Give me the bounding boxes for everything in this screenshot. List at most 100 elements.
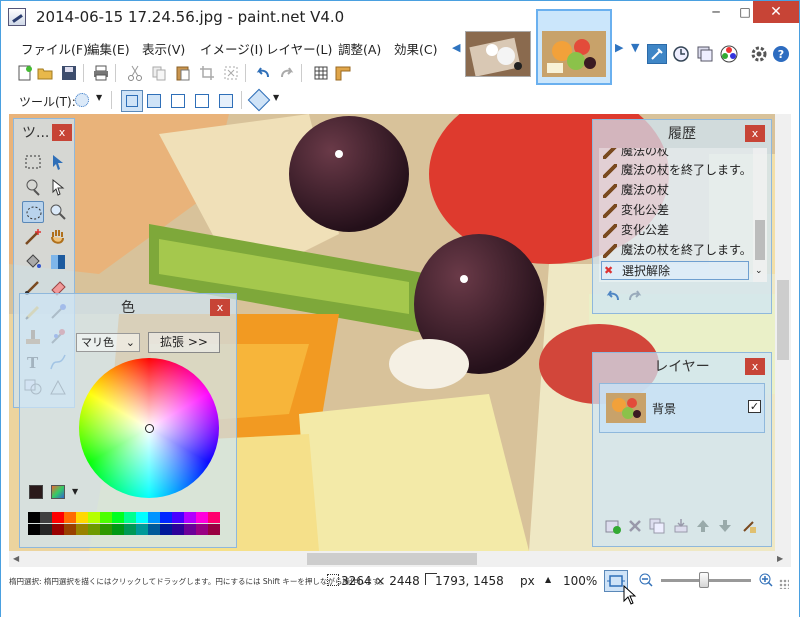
tools-window-icon[interactable] — [647, 44, 667, 64]
menu-adjustments[interactable]: 調整(A) — [338, 39, 381, 58]
vertical-scroll-thumb[interactable] — [777, 280, 789, 360]
paint-bucket-tool[interactable] — [22, 251, 44, 273]
selection-mode-intersect-icon[interactable] — [195, 94, 209, 108]
rectangle-select-tool[interactable] — [22, 151, 44, 173]
image-thumbnail-1[interactable] — [465, 31, 531, 77]
history-item[interactable]: 魔法の杖を終了します。 — [601, 241, 752, 260]
palette-swatch[interactable] — [136, 512, 148, 523]
palette-swatch-dark[interactable] — [160, 524, 172, 535]
menu-image[interactable]: イメージ(I) — [200, 39, 263, 58]
menu-effects[interactable]: 効果(C) — [394, 39, 437, 58]
palette-menu-icon[interactable] — [51, 485, 65, 499]
app-icon[interactable] — [8, 8, 26, 26]
history-redo-icon[interactable] — [627, 288, 643, 307]
move-layer-down-icon[interactable] — [717, 518, 733, 534]
expand-button[interactable]: 拡張 >> — [148, 332, 220, 353]
add-layer-icon[interactable] — [605, 518, 621, 534]
history-item-selected[interactable]: ✖ 選択解除 — [601, 261, 749, 280]
duplicate-layer-icon[interactable] — [649, 518, 665, 534]
palette-swatch-dark[interactable] — [40, 524, 52, 535]
color-palette[interactable] — [28, 512, 228, 536]
scroll-down-icon[interactable]: ⌄ — [755, 266, 763, 276]
history-window-icon[interactable] — [671, 44, 691, 64]
palette-swatch[interactable] — [76, 512, 88, 523]
paste-icon[interactable] — [175, 65, 191, 81]
scroll-left-icon[interactable]: ◀ — [452, 41, 460, 54]
palette-swatch[interactable] — [100, 512, 112, 523]
zoom-slider-thumb[interactable] — [699, 572, 709, 588]
vertical-scrollbar[interactable] — [775, 114, 791, 551]
scroll-right-arrow-icon[interactable]: ▶ — [777, 554, 783, 563]
zoom-out-icon[interactable] — [638, 572, 654, 591]
palette-swatch[interactable] — [196, 512, 208, 523]
history-scroll-thumb[interactable] — [755, 220, 765, 260]
undo-icon[interactable] — [255, 65, 271, 81]
layers-panel-close-button[interactable]: x — [745, 358, 765, 375]
move-layer-up-icon[interactable] — [695, 518, 711, 534]
history-item[interactable]: 変化公差 — [601, 201, 749, 220]
menu-file[interactable]: ファイル(F) — [21, 39, 88, 58]
thumbnail-menu-icon[interactable]: ▼ — [631, 41, 639, 54]
history-scrollbar[interactable]: ⌄ — [753, 148, 767, 282]
menu-layers[interactable]: レイヤー(L) — [266, 39, 332, 58]
redo-icon[interactable] — [279, 65, 295, 81]
layers-window-icon[interactable] — [695, 44, 715, 64]
palette-swatch[interactable] — [64, 512, 76, 523]
ruler-icon[interactable] — [335, 65, 351, 81]
cut-icon[interactable] — [127, 65, 143, 81]
grid-icon[interactable] — [313, 65, 329, 81]
scroll-right-icon[interactable]: ▶ — [615, 41, 623, 54]
save-icon[interactable] — [61, 65, 77, 81]
primary-color-swatch[interactable] — [29, 485, 43, 499]
layer-row[interactable]: 背景 ✓ — [599, 383, 765, 433]
layer-properties-icon[interactable] — [741, 518, 757, 534]
new-icon[interactable] — [17, 65, 33, 81]
color-wheel-cursor[interactable] — [145, 424, 154, 433]
palette-swatch[interactable] — [88, 512, 100, 523]
palette-swatch-dark[interactable] — [124, 524, 136, 535]
history-item[interactable]: 魔法の杖 — [601, 148, 749, 161]
zoom-tool[interactable] — [47, 201, 69, 223]
tools-panel-close-button[interactable]: x — [52, 124, 72, 141]
palette-swatch-dark[interactable] — [196, 524, 208, 535]
palette-swatch[interactable] — [124, 512, 136, 523]
menu-edit[interactable]: 編集(E) — [87, 39, 130, 58]
color-mode-dropdown[interactable]: マリ色 ⌄ — [76, 333, 140, 352]
colors-panel-close-button[interactable]: x — [210, 299, 230, 316]
antialias-dropdown-icon[interactable]: ▼ — [273, 93, 279, 102]
open-icon[interactable] — [37, 65, 53, 81]
palette-swatch-dark[interactable] — [88, 524, 100, 535]
palette-swatch-dark[interactable] — [172, 524, 184, 535]
ellipse-select-tool[interactable] — [22, 201, 44, 223]
delete-layer-icon[interactable] — [627, 518, 643, 534]
deselect-icon[interactable] — [223, 65, 239, 81]
selection-mode-xor-icon[interactable] — [219, 94, 233, 108]
history-undo-icon[interactable] — [605, 288, 621, 307]
palette-swatch[interactable] — [52, 512, 64, 523]
scroll-left-arrow-icon[interactable]: ◀ — [13, 554, 19, 563]
zoom-in-icon[interactable] — [758, 572, 774, 591]
palette-swatch[interactable] — [40, 512, 52, 523]
palette-swatch[interactable] — [184, 512, 196, 523]
horizontal-scrollbar[interactable]: ◀ ▶ — [9, 551, 791, 567]
palette-swatch-dark[interactable] — [208, 524, 220, 535]
palette-swatch[interactable] — [160, 512, 172, 523]
magic-wand-tool[interactable] — [22, 226, 44, 248]
history-panel-close-button[interactable]: x — [745, 125, 765, 142]
color-wheel[interactable] — [79, 358, 219, 498]
help-icon[interactable]: ? — [771, 44, 791, 64]
palette-swatch[interactable] — [208, 512, 220, 523]
gradient-tool[interactable] — [47, 251, 69, 273]
palette-swatch[interactable] — [172, 512, 184, 523]
settings-icon[interactable] — [749, 44, 769, 64]
palette-swatch-dark[interactable] — [52, 524, 64, 535]
ellipse-select-icon[interactable] — [75, 93, 89, 107]
move-selected-tool[interactable] — [47, 176, 69, 198]
colors-window-icon[interactable] — [719, 44, 739, 64]
resize-grip-icon[interactable] — [779, 579, 789, 589]
palette-swatch-dark[interactable] — [76, 524, 88, 535]
selection-mode-exclude-icon[interactable] — [171, 94, 185, 108]
history-item[interactable]: 変化公差 — [601, 221, 749, 240]
pan-tool[interactable] — [47, 226, 69, 248]
history-item[interactable]: 魔法の杖を終了します。 — [601, 161, 752, 180]
